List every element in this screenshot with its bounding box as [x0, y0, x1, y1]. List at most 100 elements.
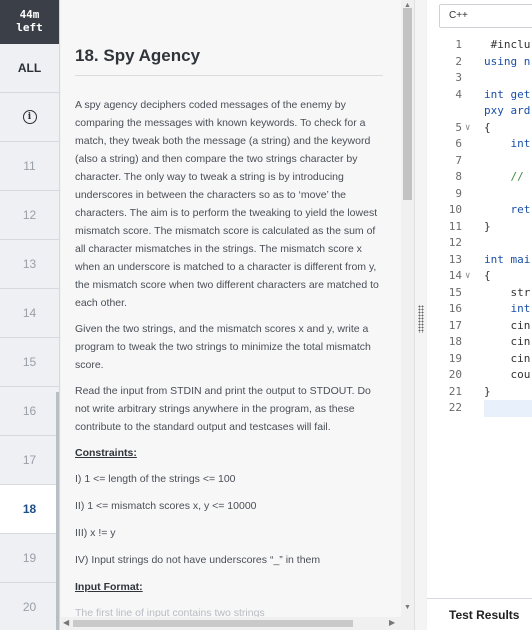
- constraint-item: I) 1 <= length of the strings <= 100: [75, 473, 236, 485]
- scroll-left-arrow-icon[interactable]: ◀: [63, 618, 69, 627]
- app-root: 44m left ALL i 11 12 13 14 15 16 17 18 19 20 18. …: [0, 0, 532, 630]
- problem-paragraph: Read the input from STDIN and print the …: [75, 385, 371, 433]
- nav-question-20[interactable]: 20: [0, 583, 59, 630]
- code-line[interactable]: 13 int mai: [427, 252, 532, 269]
- nav-question-16[interactable]: 16: [0, 387, 59, 436]
- code-line[interactable]: 21}: [427, 384, 532, 401]
- info-icon: i: [22, 110, 37, 124]
- nav-question-18[interactable]: 18: [0, 485, 59, 534]
- code-line[interactable]: 5 ∨ {: [427, 120, 532, 137]
- line-number: 6: [455, 137, 462, 150]
- drag-grip-icon[interactable]: [418, 305, 424, 333]
- problem-horizontal-scrollbar[interactable]: ◀ ▶: [61, 617, 414, 630]
- panel-resize-divider[interactable]: [414, 0, 426, 630]
- code-line[interactable]: 12: [427, 235, 532, 252]
- scroll-right-arrow-icon[interactable]: ▶: [389, 618, 395, 627]
- code-line[interactable]: 19 cin: [427, 351, 532, 368]
- code-editor-panel: C++ 1 #inclu 2 using n 3 4 int get pxy ard 5 ∨{6…: [427, 0, 532, 630]
- code-line[interactable]: 11}: [427, 219, 532, 236]
- nav-all-button[interactable]: ALL: [0, 44, 59, 93]
- constraint-item: IV) Input strings do not have underscore…: [75, 554, 321, 566]
- code-line[interactable]: 16 int: [427, 301, 532, 318]
- line-number: 17: [448, 318, 462, 332]
- nav-question-14[interactable]: 14: [0, 289, 59, 338]
- code-text: cou: [484, 368, 531, 381]
- nav-question-15[interactable]: 15: [0, 338, 59, 387]
- nav-question-11[interactable]: 11: [0, 142, 59, 191]
- fold-chevron-icon[interactable]: ∨: [465, 268, 470, 285]
- test-results-tab[interactable]: Test Results: [427, 598, 532, 630]
- code-editor[interactable]: 1 #inclu 2 using n 3 4 int get pxy ard 5 ∨{6 int…: [427, 37, 532, 417]
- language-select[interactable]: C++: [439, 4, 532, 28]
- code-line[interactable]: 15 str: [427, 285, 532, 302]
- code-line[interactable]: 17 cin: [427, 318, 532, 335]
- line-number: 16: [448, 302, 462, 315]
- code-line[interactable]: 2 using n: [427, 54, 532, 71]
- line-number: 4: [455, 87, 462, 101]
- code-line[interactable]: 9: [427, 186, 532, 203]
- code-line[interactable]: pxy ard: [427, 103, 532, 120]
- scroll-thumb[interactable]: [403, 8, 412, 200]
- line-number: 7: [455, 153, 462, 167]
- fold-chevron-icon[interactable]: ∨: [465, 120, 470, 137]
- nav-question-number: 19: [22, 551, 37, 565]
- code-line[interactable]: 6 int: [427, 136, 532, 153]
- code-text: pxy ard: [484, 104, 531, 117]
- line-number: 15: [448, 285, 462, 299]
- code-line[interactable]: 20 cou: [427, 367, 532, 384]
- problem-body: A spy agency deciphers coded messages of…: [75, 96, 387, 617]
- problem-title: 18. Spy Agency: [75, 46, 201, 65]
- timer-label: left: [16, 21, 43, 34]
- line-number: 5: [455, 120, 462, 134]
- nav-question-13[interactable]: 13: [0, 240, 59, 289]
- line-number: 19: [448, 351, 462, 365]
- line-number: 8: [455, 170, 462, 183]
- code-line[interactable]: 7: [427, 153, 532, 170]
- horizontal-scroll-thumb[interactable]: [73, 620, 353, 627]
- question-nav: 44m left ALL i 11 12 13 14 15 16 17 18 19 20: [0, 0, 60, 630]
- code-text: }: [484, 384, 491, 398]
- line-number: 20: [448, 368, 462, 381]
- nav-question-19[interactable]: 19: [0, 534, 59, 583]
- problem-paragraph: Given the two strings, and the mismatch …: [75, 323, 371, 371]
- info-button[interactable]: i: [0, 93, 59, 142]
- code-text: int mai: [484, 252, 531, 266]
- code-line[interactable]: 10 ret: [427, 202, 532, 219]
- line-number: 22: [448, 401, 462, 414]
- nav-scrollbar[interactable]: [56, 392, 59, 630]
- code-line[interactable]: 4 int get: [427, 87, 532, 104]
- code-text: int get: [484, 87, 531, 101]
- line-number: 9: [455, 186, 462, 200]
- input-format-heading: Input Format:: [75, 581, 143, 593]
- nav-question-number: 20: [22, 600, 37, 614]
- line-number: 21: [448, 384, 462, 398]
- line-number: 10: [448, 203, 462, 216]
- nav-question-number: 18: [22, 502, 37, 516]
- nav-question-number: 17: [22, 453, 37, 467]
- code-line[interactable]: 1 #inclu: [427, 37, 532, 54]
- timer-minutes: 44m: [19, 8, 40, 21]
- line-number: 18: [448, 335, 462, 348]
- code-text: }: [484, 219, 491, 233]
- line-number: 11: [448, 219, 462, 233]
- code-text: str: [484, 285, 531, 299]
- current-line-highlight: [484, 400, 532, 417]
- code-text: int: [484, 137, 531, 150]
- code-line[interactable]: 14 ∨ {: [427, 268, 532, 285]
- code-text: ret: [484, 203, 531, 216]
- problem-vertical-scrollbar[interactable]: ▲ ▼: [401, 0, 414, 617]
- scroll-down-arrow-icon[interactable]: ▼: [404, 604, 411, 611]
- code-line[interactable]: 18 cin: [427, 334, 532, 351]
- code-line[interactable]: 22: [427, 400, 532, 417]
- nav-question-17[interactable]: 17: [0, 436, 59, 485]
- title-divider: [75, 75, 383, 76]
- code-text: {: [484, 269, 491, 282]
- code-line[interactable]: 3: [427, 70, 532, 87]
- line-number: 14: [448, 269, 462, 282]
- nav-question-12[interactable]: 12: [0, 191, 59, 240]
- line-number: 12: [448, 236, 462, 249]
- problem-panel: 18. Spy Agency A spy agency deciphers co…: [61, 0, 401, 617]
- line-number: 1: [455, 38, 462, 51]
- code-line[interactable]: 8 //: [427, 169, 532, 186]
- code-text: using n: [484, 54, 531, 68]
